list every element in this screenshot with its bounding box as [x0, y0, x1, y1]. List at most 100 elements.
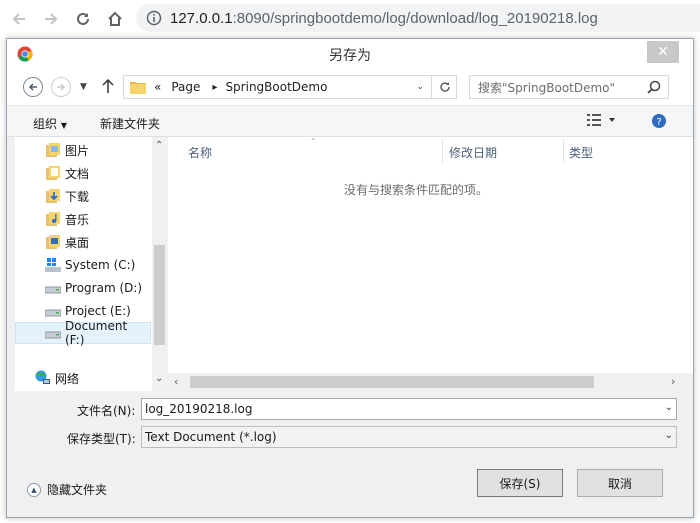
- filename-label: 文件名(N):: [77, 404, 136, 418]
- recent-locations-icon[interactable]: ▼: [80, 82, 87, 92]
- help-icon[interactable]: ?: [651, 113, 667, 132]
- drive-icon: [45, 286, 61, 294]
- nav-item-label: 桌面: [65, 235, 90, 250]
- screen: 127.0.0.1:8090/springbootdemo/log/downlo…: [0, 0, 700, 523]
- column-header-date[interactable]: 修改日期: [449, 144, 497, 161]
- filename-value: log_20190218.log: [145, 402, 253, 416]
- nav-item-pictures[interactable]: 图片: [15, 139, 151, 161]
- filetype-value: Text Document (*.log): [145, 430, 277, 444]
- breadcrumb-item-page[interactable]: Page: [171, 80, 200, 94]
- nav-item-network[interactable]: 网络: [15, 367, 151, 389]
- nav-item-label: 网络: [55, 371, 80, 386]
- documents-folder-icon: [46, 166, 60, 180]
- column-header-name[interactable]: 名称: [188, 144, 212, 161]
- up-icon[interactable]: [101, 77, 115, 98]
- breadcrumb-overflow[interactable]: «: [154, 80, 161, 94]
- close-icon: ✕: [657, 44, 669, 60]
- nav-item-label: 下载: [65, 189, 90, 204]
- nav-item-label: Project (E:): [65, 304, 131, 318]
- filetype-select[interactable]: Text Document (*.log) ⌄: [141, 426, 677, 448]
- svg-text:?: ?: [656, 117, 661, 128]
- browser-toolbar: 127.0.0.1:8090/springbootdemo/log/downlo…: [0, 0, 700, 38]
- nav-scrollbar[interactable]: ⌃ ⌄: [152, 137, 167, 391]
- nav-item-label: Document (F:): [65, 319, 128, 347]
- scroll-left-icon[interactable]: ‹: [174, 375, 178, 388]
- save-as-dialog: 另存为 ✕ ▼ « Page ▸ SpringBootDemo ⌄ 搜索"Spr…: [6, 38, 694, 518]
- url-host: 127.0.0.1: [170, 9, 233, 27]
- nav-item-documents[interactable]: 文档: [15, 162, 151, 184]
- dialog-title-bar: 另存为 ✕: [7, 39, 693, 69]
- scroll-down-icon[interactable]: ⌄: [155, 373, 163, 384]
- search-input[interactable]: 搜索"SpringBootDemo": [469, 75, 669, 99]
- hide-folders-toggle[interactable]: ▲ 隐藏文件夹: [27, 481, 107, 498]
- back-icon[interactable]: [6, 6, 32, 32]
- downloads-folder-icon: [46, 189, 60, 203]
- back-button[interactable]: [23, 77, 43, 97]
- horizontal-scroll-thumb[interactable]: [190, 376, 594, 388]
- url-text: 127.0.0.1:8090/springbootdemo/log/downlo…: [170, 10, 598, 27]
- navigation-pane: 图片 文档 下载 音乐 桌面 System (C:) Program (D:) …: [15, 137, 167, 391]
- breadcrumb-separator-icon: ▸: [212, 81, 218, 93]
- close-button[interactable]: ✕: [647, 41, 679, 63]
- navigation-row: ▼ « Page ▸ SpringBootDemo ⌄ 搜索"SpringBoo…: [7, 69, 693, 105]
- nav-item-downloads[interactable]: 下载: [15, 185, 151, 207]
- file-list: ⌃ 名称 修改日期 类型 没有与搜索条件匹配的项。 ‹ ›: [168, 137, 693, 391]
- filetype-dropdown-icon[interactable]: ⌄: [665, 430, 673, 441]
- nav-item-program-drive[interactable]: Program (D:): [15, 277, 151, 299]
- column-header-type[interactable]: 类型: [569, 144, 593, 161]
- filename-dropdown-icon[interactable]: ⌄: [665, 402, 673, 413]
- folder-icon: [130, 82, 146, 94]
- drive-icon: [45, 331, 61, 339]
- search-placeholder: 搜索"SpringBootDemo": [478, 80, 616, 95]
- organize-button[interactable]: 组织 ▼: [33, 115, 67, 132]
- system-drive-icon: [45, 258, 61, 272]
- address-dropdown-icon[interactable]: ⌄: [416, 82, 424, 92]
- column-divider[interactable]: [563, 139, 564, 163]
- refresh-icon: [439, 82, 450, 92]
- nav-item-label: 文档: [65, 166, 90, 181]
- search-icon[interactable]: [646, 79, 662, 95]
- forward-icon[interactable]: [38, 6, 64, 32]
- nav-item-desktop[interactable]: 桌面: [15, 231, 151, 253]
- nav-item-label: System (C:): [65, 258, 136, 272]
- nav-item-document-drive[interactable]: Document (F:): [15, 319, 151, 347]
- new-folder-button[interactable]: 新建文件夹: [100, 115, 160, 132]
- network-icon: [35, 370, 50, 384]
- nav-item-music[interactable]: 音乐: [15, 208, 151, 230]
- sort-indicator-icon: ⌃: [310, 137, 317, 146]
- dialog-title: 另存为: [329, 48, 371, 64]
- organize-label: 组织: [33, 117, 58, 131]
- save-button[interactable]: 保存(S): [477, 469, 563, 497]
- empty-message: 没有与搜索条件匹配的项。: [343, 183, 488, 197]
- nav-item-system-drive[interactable]: System (C:): [15, 254, 151, 276]
- forward-button[interactable]: [51, 77, 71, 97]
- cancel-button[interactable]: 取消: [577, 469, 663, 497]
- nav-scroll-thumb[interactable]: [154, 245, 165, 345]
- filetype-label: 保存类型(T):: [67, 432, 136, 446]
- organize-dropdown-icon: ▼: [60, 121, 67, 130]
- filename-input[interactable]: log_20190218.log ⌄: [141, 398, 677, 420]
- reload-icon[interactable]: [70, 6, 96, 32]
- info-icon[interactable]: [146, 10, 162, 26]
- url-path: :8090/springbootdemo/log/download/log_20…: [232, 9, 598, 27]
- column-divider[interactable]: [442, 139, 443, 163]
- desktop-folder-icon: [46, 235, 60, 249]
- music-folder-icon: [46, 212, 60, 226]
- breadcrumb-item-springbootdemo[interactable]: SpringBootDemo: [225, 80, 327, 94]
- nav-item-label: 音乐: [65, 212, 90, 227]
- view-options-icon[interactable]: [587, 113, 617, 130]
- refresh-button[interactable]: [431, 75, 457, 99]
- scroll-right-icon[interactable]: ›: [671, 375, 675, 388]
- hide-folders-label: 隐藏文件夹: [47, 483, 108, 497]
- command-bar: 组织 ▼ 新建文件夹 ?: [7, 105, 693, 137]
- drive-icon: [45, 309, 61, 317]
- collapse-icon: ▲: [27, 482, 41, 497]
- address-bar[interactable]: 127.0.0.1:8090/springbootdemo/log/downlo…: [136, 4, 700, 32]
- pictures-folder-icon: [46, 143, 60, 157]
- scroll-up-icon[interactable]: ⌃: [155, 140, 163, 151]
- breadcrumb[interactable]: « Page ▸ SpringBootDemo ⌄: [123, 75, 457, 99]
- horizontal-scrollbar[interactable]: ‹ ›: [168, 373, 693, 391]
- nav-item-label: Program (D:): [65, 281, 143, 295]
- home-icon[interactable]: [102, 6, 128, 32]
- nav-item-label: 图片: [65, 143, 90, 158]
